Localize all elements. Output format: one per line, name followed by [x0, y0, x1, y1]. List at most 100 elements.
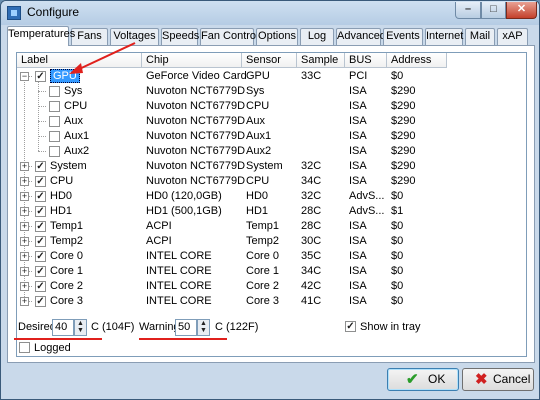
row-checkbox[interactable]: ✓ [35, 281, 46, 292]
cell-chip: ACPI [146, 235, 172, 247]
tab-temperatures[interactable]: Temperatures [7, 26, 75, 46]
cell-sample: 34C [301, 265, 322, 277]
cell-sensor: Sys [246, 85, 265, 97]
cell-chip: Nuvoton NCT6779D [146, 145, 246, 157]
tab-internet[interactable]: Internet [425, 28, 463, 45]
row-checkbox[interactable]: ✓ [35, 266, 46, 277]
cell-bus: ISA [349, 295, 367, 307]
row-checkbox[interactable]: ✓ [35, 161, 46, 172]
tree-connector [38, 151, 46, 152]
row-checkbox[interactable]: ✓ [35, 191, 46, 202]
cell-label: Core 0 [50, 250, 84, 262]
expand-icon[interactable]: + [20, 267, 29, 276]
cell-label: Temp2 [50, 235, 84, 247]
table-row[interactable]: + ✓ System Nuvoton NCT6779D System 32C ISA $290 [17, 159, 526, 174]
minimize-button[interactable]: – [455, 2, 481, 19]
cell-label: CPU [64, 100, 88, 112]
tab-xap[interactable]: xAP [497, 28, 528, 45]
annotation-arrow [69, 42, 136, 74]
cell-chip: INTEL CORE [146, 250, 212, 262]
row-checkbox[interactable]: ✓ [35, 206, 46, 217]
logged-checkbox[interactable] [19, 342, 30, 353]
table-row[interactable]: + ✓ Core 1 INTEL CORE Core 1 34C ISA $0 [17, 264, 526, 279]
cell-address: $290 [391, 100, 416, 112]
warning-spin-button[interactable]: ▲ ▼ [197, 319, 210, 336]
column-header-sensor[interactable]: Sensor [242, 53, 297, 68]
cell-bus: AdvS... [349, 205, 385, 217]
expand-icon[interactable]: + [20, 177, 29, 186]
desired-spin-button[interactable]: ▲ ▼ [74, 319, 87, 336]
expand-icon[interactable]: + [20, 252, 29, 261]
sensor-table: Label Chip Sensor Sample BUS Address − ✓ GPU GeF… [16, 52, 527, 357]
row-checkbox[interactable]: ✓ [35, 71, 46, 82]
desired-input[interactable]: 40 [52, 319, 74, 336]
cell-chip: INTEL CORE [146, 280, 212, 292]
column-header-address[interactable]: Address [387, 53, 447, 68]
table-row[interactable]: + ✓ Core 2 INTEL CORE Core 2 42C ISA $0 [17, 279, 526, 294]
x-icon: ✖ [475, 371, 488, 388]
tab-options[interactable]: Options [256, 28, 298, 45]
table-row[interactable]: Aux2 Nuvoton NCT6779D Aux2 ISA $290 [17, 144, 526, 159]
column-header-chip[interactable]: Chip [142, 53, 242, 68]
ok-button[interactable]: ✔ OK [387, 368, 459, 391]
column-header-bus[interactable]: BUS [345, 53, 387, 68]
expand-icon[interactable]: + [20, 162, 29, 171]
row-checkbox[interactable]: ✓ [35, 176, 46, 187]
row-checkbox[interactable]: ✓ [35, 221, 46, 232]
row-checkbox[interactable]: ✓ [35, 251, 46, 262]
cell-address: $290 [391, 115, 416, 127]
cell-label: Core 1 [50, 265, 84, 277]
table-row[interactable]: Sys Nuvoton NCT6779D Sys ISA $290 [17, 84, 526, 99]
tab-speeds[interactable]: Speeds [161, 28, 199, 45]
table-row[interactable]: + ✓ Core 3 INTEL CORE Core 3 41C ISA $0 [17, 294, 526, 309]
column-header-sample[interactable]: Sample [297, 53, 345, 68]
cell-sensor: HD0 [246, 190, 269, 202]
spin-arrows-icon: ▲ ▼ [77, 320, 84, 334]
table-row[interactable]: + ✓ HD1 HD1 (500,1GB) HD1 28C AdvS... $1 [17, 204, 526, 219]
expand-icon[interactable]: + [20, 192, 29, 201]
row-checkbox[interactable]: ✓ [35, 296, 46, 307]
cell-address: $1 [391, 205, 404, 217]
expand-icon[interactable]: + [20, 207, 29, 216]
table-row[interactable]: + ✓ Core 0 INTEL CORE Core 0 35C ISA $0 [17, 249, 526, 264]
row-checkbox[interactable] [49, 116, 60, 127]
table-row[interactable]: Aux1 Nuvoton NCT6779D Aux1 ISA $290 [17, 129, 526, 144]
table-row[interactable]: Aux Nuvoton NCT6779D Aux ISA $290 [17, 114, 526, 129]
cancel-button[interactable]: ✖ Cancel [462, 368, 534, 391]
maximize-button[interactable]: □ [481, 2, 506, 19]
row-checkbox[interactable] [49, 101, 60, 112]
tab-log[interactable]: Log [300, 28, 334, 45]
expand-icon[interactable]: + [20, 237, 29, 246]
cell-chip: Nuvoton NCT6779D [146, 85, 246, 97]
row-checkbox[interactable] [49, 146, 60, 157]
cell-chip: Nuvoton NCT6779D [146, 130, 246, 142]
cell-sensor: Core 0 [246, 250, 280, 262]
tab-advanced[interactable]: Advanced [336, 28, 386, 45]
title-bar[interactable]: Configure – □ ✕ [1, 1, 539, 25]
row-checkbox[interactable] [49, 86, 60, 97]
tab-mail[interactable]: Mail [465, 28, 495, 45]
table-row[interactable]: CPU Nuvoton NCT6779D CPU ISA $290 [17, 99, 526, 114]
cell-label: CPU [50, 175, 74, 187]
show-in-tray-checkbox[interactable]: ✓ [345, 321, 356, 332]
cell-sample: 41C [301, 295, 322, 307]
expand-icon[interactable]: + [20, 297, 29, 306]
cell-chip: INTEL CORE [146, 265, 212, 277]
collapse-icon[interactable]: − [20, 72, 29, 81]
tab-fan-control[interactable]: Fan Control [200, 28, 258, 45]
row-checkbox[interactable] [49, 131, 60, 142]
expand-icon[interactable]: + [20, 282, 29, 291]
tab-events[interactable]: Events [383, 28, 423, 45]
table-row[interactable]: + ✓ Temp2 ACPI Temp2 30C ISA $0 [17, 234, 526, 249]
table-row[interactable]: + ✓ CPU Nuvoton NCT6779D CPU 34C ISA $290 [17, 174, 526, 189]
cell-chip: HD1 (500,1GB) [146, 205, 222, 217]
cell-bus: ISA [349, 250, 367, 262]
close-button[interactable]: ✕ [506, 2, 537, 19]
expand-icon[interactable]: + [20, 222, 29, 231]
table-row[interactable]: + ✓ HD0 HD0 (120,0GB) HD0 32C AdvS... $0 [17, 189, 526, 204]
warning-input[interactable]: 50 [175, 319, 197, 336]
cell-chip: HD0 (120,0GB) [146, 190, 222, 202]
cell-bus: ISA [349, 220, 367, 232]
table-row[interactable]: + ✓ Temp1 ACPI Temp1 28C ISA $0 [17, 219, 526, 234]
row-checkbox[interactable]: ✓ [35, 236, 46, 247]
